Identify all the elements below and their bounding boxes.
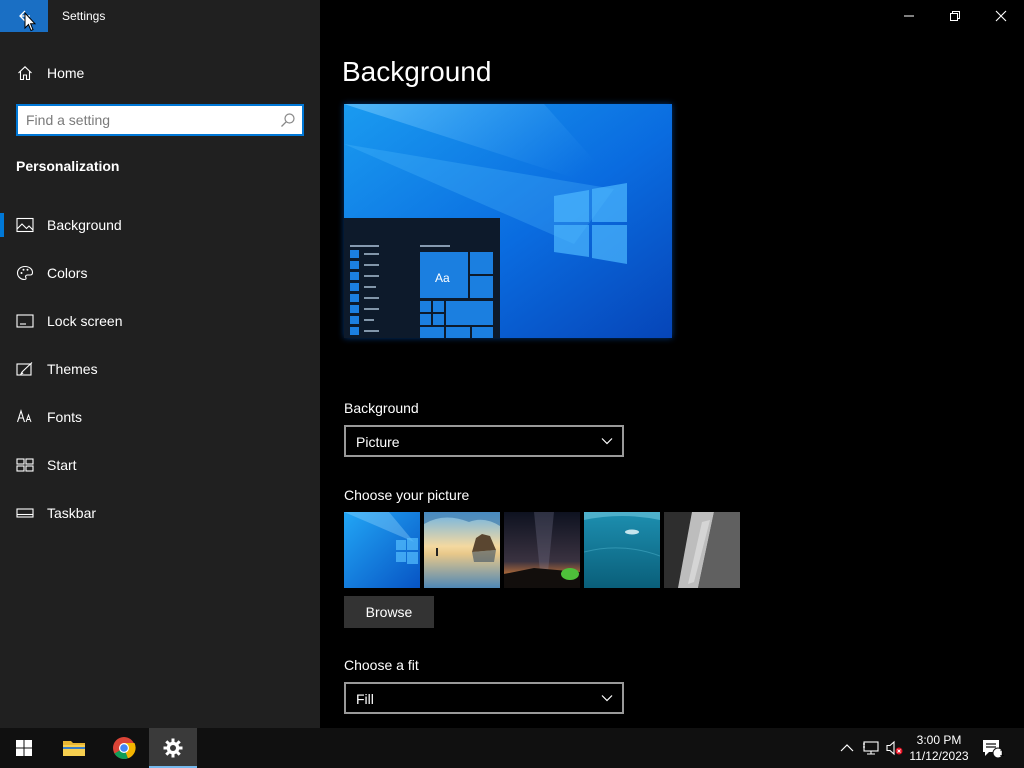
section-title: Personalization — [16, 158, 120, 174]
restore-button[interactable] — [932, 0, 978, 32]
page-title: Background — [342, 56, 492, 87]
chevron-down-icon — [601, 438, 613, 445]
chevron-up-icon[interactable] — [838, 740, 856, 756]
sidebar-item-label: Taskbar — [47, 505, 97, 521]
sidebar-item-taskbar[interactable]: Taskbar — [0, 493, 320, 533]
picture-thumbnail-underwater[interactable] — [584, 512, 660, 588]
sidebar-item-label: Background — [47, 217, 122, 233]
sidebar-item-label: Fonts — [47, 409, 83, 425]
notification-count-badge: 1 — [999, 748, 1005, 758]
themes-icon — [16, 362, 33, 376]
palette-icon — [16, 265, 34, 281]
picture-thumbnail-beach[interactable] — [424, 512, 500, 588]
browse-button[interactable]: Browse — [344, 596, 434, 628]
windows-logo-icon — [16, 740, 32, 756]
home-icon — [18, 66, 32, 81]
restore-icon — [950, 11, 960, 21]
sidebar-item-label: Lock screen — [47, 313, 123, 329]
preview-tile-label: Aa — [435, 271, 450, 285]
windows-wallpaper-thumbnail — [344, 512, 420, 588]
night-sky-thumbnail — [504, 512, 580, 588]
search-icon[interactable] — [280, 112, 296, 128]
background-label: Background — [344, 400, 419, 416]
clock-time: 3:00 PM — [916, 733, 962, 747]
mouse-cursor-icon — [24, 12, 36, 32]
close-button[interactable] — [978, 0, 1024, 32]
fonts-icon — [16, 409, 32, 423]
minimize-button[interactable] — [886, 0, 932, 32]
choose-picture-label: Choose your picture — [344, 487, 470, 503]
search-box[interactable] — [16, 104, 304, 136]
start-icon — [16, 458, 34, 472]
background-dropdown-value: Picture — [356, 434, 400, 450]
sidebar-item-themes[interactable]: Themes — [0, 349, 320, 389]
sidebar-item-label: Start — [47, 457, 77, 473]
sidebar-item-label: Themes — [47, 361, 98, 377]
picture-thumbnail-night[interactable] — [504, 512, 580, 588]
chrome-button[interactable] — [100, 728, 148, 768]
chevron-down-icon — [601, 695, 613, 702]
network-icon[interactable] — [862, 740, 880, 756]
sidebar-item-label: Colors — [47, 265, 88, 281]
folder-icon — [63, 741, 85, 756]
settings-taskbar-button[interactable] — [149, 728, 197, 768]
sidebar-item-start[interactable]: Start — [0, 445, 320, 485]
rock-cliff-thumbnail — [664, 512, 740, 588]
wallpaper-preview-image: Aa — [344, 104, 672, 338]
close-icon — [995, 10, 1007, 22]
taskbar-icon — [16, 508, 34, 518]
app-title: Settings — [62, 9, 106, 23]
picture-thumbnail-rock[interactable] — [664, 512, 740, 588]
volume-muted-icon[interactable] — [886, 740, 904, 756]
fit-label: Choose a fit — [344, 657, 419, 673]
search-input[interactable] — [26, 111, 276, 129]
gear-icon — [163, 738, 183, 758]
home-label: Home — [47, 65, 85, 81]
taskbar: 1 — [0, 728, 1024, 768]
clock-date: 11/12/2023 — [909, 749, 969, 763]
fit-dropdown[interactable]: Fill — [344, 682, 624, 714]
minimize-icon — [904, 15, 914, 17]
lock-screen-icon — [16, 314, 34, 328]
sidebar: Settings Home Personalization Background… — [0, 0, 320, 728]
file-explorer-button[interactable] — [50, 728, 98, 768]
home-button[interactable]: Home — [0, 57, 320, 89]
sidebar-item-fonts[interactable]: Fonts — [0, 397, 320, 437]
taskbar-clock[interactable]: 3:00 PM 11/12/2023 — [904, 732, 974, 764]
sidebar-item-colors[interactable]: Colors — [0, 253, 320, 293]
fit-dropdown-value: Fill — [356, 691, 374, 707]
sidebar-item-lock-screen[interactable]: Lock screen — [0, 301, 320, 341]
chrome-icon — [113, 737, 136, 760]
desktop-preview: Aa — [344, 104, 672, 338]
picture-icon — [16, 217, 34, 233]
start-button[interactable] — [0, 728, 48, 768]
background-dropdown[interactable]: Picture — [344, 425, 624, 457]
beach-thumbnail — [424, 512, 500, 588]
sidebar-item-background[interactable]: Background — [0, 205, 320, 245]
underwater-thumbnail — [584, 512, 660, 588]
picture-thumbnail-windows[interactable] — [344, 512, 420, 588]
